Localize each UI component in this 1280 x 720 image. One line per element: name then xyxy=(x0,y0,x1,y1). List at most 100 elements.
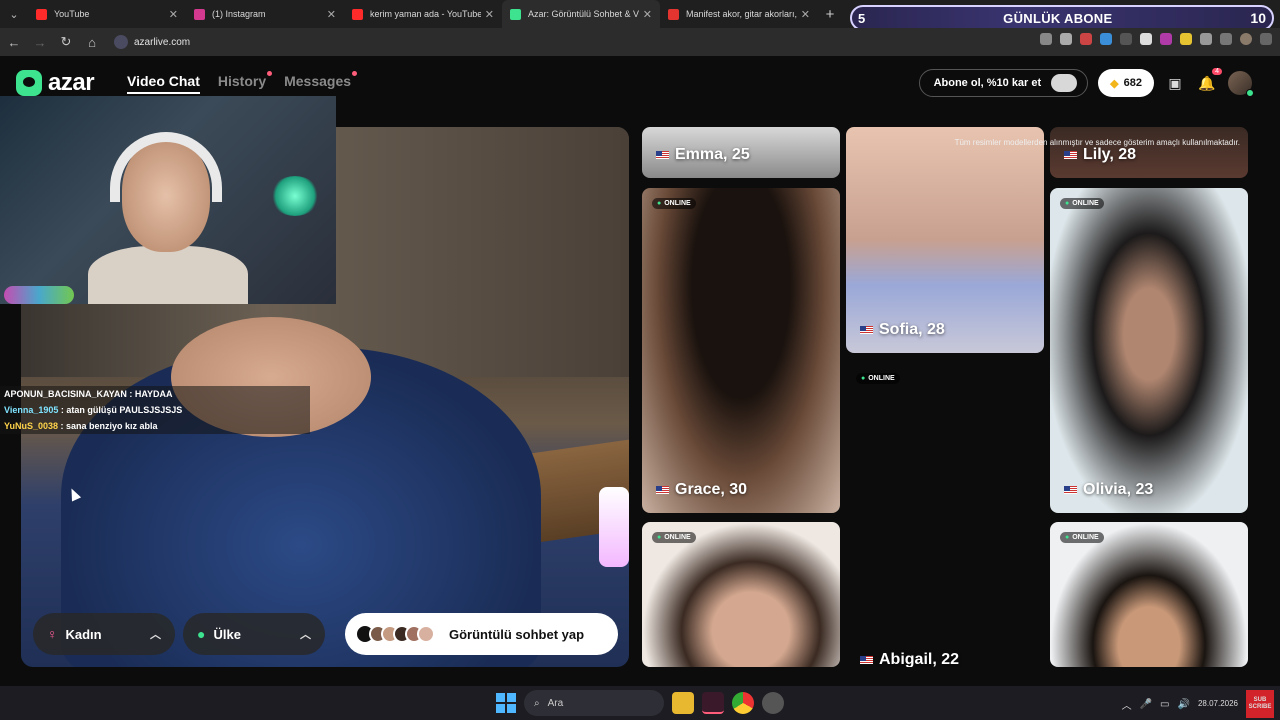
extension-icons xyxy=(1040,33,1272,45)
close-tab-icon[interactable]: ✕ xyxy=(643,8,652,21)
online-badge: ONLINE xyxy=(1060,198,1104,209)
start-video-chat-button[interactable]: Görüntülü sohbet yap xyxy=(345,613,618,655)
close-tab-icon[interactable]: ✕ xyxy=(169,8,178,21)
nav-history[interactable]: History xyxy=(218,71,273,94)
profile-card-grace[interactable]: ONLINE Grace, 30 xyxy=(642,188,840,513)
tab-search-icon[interactable]: ⌄ xyxy=(0,0,28,28)
profile-card-sofia[interactable]: Sofia, 28 xyxy=(846,127,1044,353)
tab-youtube-video[interactable]: kerim yaman ada - YouTube ✕ xyxy=(344,0,502,28)
cast-icon[interactable] xyxy=(1040,33,1052,45)
display-icon[interactable]: ▭ xyxy=(1160,699,1169,710)
shop-icon[interactable]: ▣ xyxy=(1164,72,1186,94)
profile-card-lily[interactable]: Lily, 28 xyxy=(1050,127,1248,178)
extension-icon[interactable] xyxy=(1180,33,1192,45)
chat-text: HAYDAA xyxy=(134,389,173,399)
app-icon[interactable] xyxy=(762,692,784,714)
nav-video-chat[interactable]: Video Chat xyxy=(127,73,200,94)
nav-messages-label: Messages xyxy=(284,73,352,89)
tab-youtube[interactable]: YouTube ✕ xyxy=(28,0,186,28)
close-tab-icon[interactable]: ✕ xyxy=(485,8,494,21)
profile-name: Abigail, 22 xyxy=(860,651,959,667)
azar-logo-icon xyxy=(16,70,42,96)
stream-chat: APONUN_BACISINA_KAYAN : HAYDAA Vienna_19… xyxy=(0,386,310,434)
azar-app: azar Video Chat History Messages Abone o… xyxy=(0,56,1280,686)
menu-icon[interactable] xyxy=(1260,33,1272,45)
notification-dot xyxy=(267,71,273,76)
country-filter-button[interactable]: ● Ülke ︿ xyxy=(183,613,325,655)
online-badge: ONLINE xyxy=(1060,532,1104,543)
taskbar: ⌕ Ara ︿ 🎤 ▭ 🔊 28.07.2026 SUB SCRIBE xyxy=(0,686,1280,720)
gem-balance-button[interactable]: ◆ 682 xyxy=(1098,69,1154,97)
tab-instagram[interactable]: (1) Instagram ✕ xyxy=(186,0,344,28)
extension-icon[interactable] xyxy=(1160,33,1172,45)
overlay-label: GÜNLÜK ABONE xyxy=(1003,10,1113,26)
taskbar-search[interactable]: ⌕ Ara xyxy=(524,690,664,716)
female-icon: ♀ xyxy=(47,626,58,642)
avatar[interactable] xyxy=(1228,71,1254,97)
online-badge: ONLINE xyxy=(856,373,900,384)
streamer-webcam xyxy=(0,96,336,304)
close-tab-icon[interactable]: ✕ xyxy=(801,8,810,21)
obs-app-icon[interactable] xyxy=(702,692,724,714)
subscribe-promo-button[interactable]: Abone ol, %10 kar et xyxy=(918,69,1089,97)
chat-text: sana benziyo kız abla xyxy=(66,421,158,431)
microphone-icon[interactable]: 🎤 xyxy=(1140,699,1152,710)
profile-card-olivia[interactable]: ONLINE Olivia, 23 xyxy=(1050,188,1248,513)
chat-user: YuNuS_0038 xyxy=(4,421,59,431)
reading-list-icon[interactable] xyxy=(1220,33,1232,45)
azar-logo[interactable]: azar xyxy=(16,69,95,97)
extension-icon[interactable] xyxy=(1120,33,1132,45)
cloud-icon xyxy=(1051,74,1078,92)
file-explorer-icon[interactable] xyxy=(672,692,694,714)
star-icon[interactable] xyxy=(1060,33,1072,45)
instagram-icon xyxy=(194,8,205,20)
profile-name: Olivia, 23 xyxy=(1064,481,1153,499)
back-icon[interactable]: ← xyxy=(2,30,26,54)
youtube-icon xyxy=(36,8,47,20)
video-lamp xyxy=(599,487,629,567)
gender-filter-button[interactable]: ♀ Kadın ︿ xyxy=(33,613,175,655)
chevron-up-icon[interactable]: ︿ xyxy=(1122,697,1132,712)
profile-card-emma[interactable]: Emma, 25 xyxy=(642,127,840,178)
profile-card-model[interactable]: ONLINE xyxy=(1050,522,1248,667)
address-bar[interactable]: azarlive.com xyxy=(114,35,190,49)
us-flag-icon xyxy=(656,151,669,159)
url-text: azarlive.com xyxy=(134,36,191,48)
chevron-up-icon: ︿ xyxy=(150,629,161,641)
search-placeholder: Ara xyxy=(547,697,564,709)
new-tab-button[interactable]: + xyxy=(818,6,842,23)
us-flag-icon xyxy=(1064,486,1077,494)
profile-card-abigail[interactable]: ONLINE Abigail, 22 xyxy=(846,363,1044,667)
close-tab-icon[interactable]: ✕ xyxy=(327,8,336,21)
home-icon[interactable]: ⌂ xyxy=(80,30,104,54)
chat-message: APONUN_BACISINA_KAYAN : HAYDAA xyxy=(0,386,310,402)
nav-messages[interactable]: Messages xyxy=(284,71,358,94)
extension-icon[interactable] xyxy=(1100,33,1112,45)
profile-icon[interactable] xyxy=(1240,33,1252,45)
windows-start-icon[interactable] xyxy=(496,693,516,713)
tab-manifest[interactable]: Manifest akor, gitar akorları, şa ✕ xyxy=(660,0,818,28)
extension-icon[interactable] xyxy=(1080,33,1092,45)
reload-icon[interactable]: ↻ xyxy=(54,30,78,54)
us-flag-icon xyxy=(860,326,873,334)
extension-icon[interactable] xyxy=(1140,33,1152,45)
cta-label: Görüntülü sohbet yap xyxy=(449,626,585,642)
search-icon: ⌕ xyxy=(534,697,540,709)
chrome-icon[interactable] xyxy=(732,692,754,714)
youtube-icon xyxy=(352,8,363,20)
clock[interactable]: 28.07.2026 xyxy=(1198,699,1238,709)
site-info-icon[interactable] xyxy=(114,35,128,49)
webcam-light xyxy=(270,176,320,216)
puzzle-icon[interactable] xyxy=(1200,33,1212,45)
bell-icon[interactable]: 🔔 4 xyxy=(1196,68,1222,94)
profile-card-model[interactable]: ONLINE xyxy=(642,522,840,667)
user-avatars xyxy=(369,625,435,643)
online-badge: ONLINE xyxy=(652,532,696,543)
chat-user: Vienna_1905 xyxy=(4,405,59,415)
volume-icon[interactable]: 🔊 xyxy=(1178,699,1190,710)
notification-dot xyxy=(352,71,358,76)
us-flag-icon xyxy=(860,656,873,664)
promo-label: Abone ol, %10 kar et xyxy=(933,77,1042,89)
forward-icon[interactable]: → xyxy=(28,30,52,54)
tab-azar[interactable]: Azar: Görüntülü Sohbet & V ✕ xyxy=(502,0,660,28)
